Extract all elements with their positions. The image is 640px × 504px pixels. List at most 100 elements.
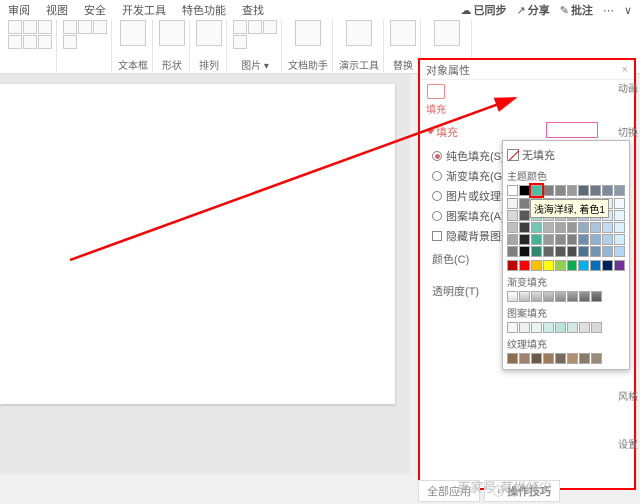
comment-button[interactable]: ✎ 批注: [560, 2, 593, 18]
more-icon[interactable]: ⋯: [603, 4, 614, 17]
color-swatch[interactable]: [519, 210, 530, 221]
color-swatch[interactable]: [507, 222, 518, 233]
color-swatch[interactable]: [579, 322, 590, 333]
color-swatch[interactable]: [602, 260, 613, 271]
color-swatch[interactable]: [543, 234, 554, 245]
color-swatch[interactable]: [579, 353, 590, 364]
pic-icon[interactable]: [263, 20, 277, 34]
color-dropdown[interactable]: [546, 122, 598, 138]
color-swatch[interactable]: [614, 260, 625, 271]
color-swatch[interactable]: [507, 246, 518, 257]
color-swatch[interactable]: [614, 222, 625, 233]
side-tab-settings[interactable]: 设置: [618, 436, 638, 451]
menu-item[interactable]: 视图: [46, 2, 68, 16]
color-swatch[interactable]: [567, 222, 578, 233]
color-swatch[interactable]: 浅海洋绿, 着色1: [531, 185, 542, 196]
pic-icon[interactable]: [233, 35, 247, 49]
color-swatch[interactable]: [519, 222, 530, 233]
color-swatch[interactable]: [578, 234, 589, 245]
list-icon[interactable]: [93, 20, 107, 34]
menu-item[interactable]: 查找: [242, 2, 264, 16]
ribbon-group-dochelper[interactable]: 文档助手: [284, 20, 333, 72]
color-swatch[interactable]: [543, 222, 554, 233]
list-icon[interactable]: [63, 35, 77, 49]
color-swatch[interactable]: [543, 246, 554, 257]
align-icon[interactable]: [8, 35, 22, 49]
side-tab-anim[interactable]: 动画: [618, 80, 638, 95]
side-tab-trans[interactable]: 切换: [618, 124, 638, 139]
color-swatch[interactable]: [567, 185, 578, 196]
menu-item[interactable]: 开发工具: [122, 2, 166, 16]
tab-fill[interactable]: 填充: [426, 84, 446, 116]
align-icon[interactable]: [23, 35, 37, 49]
color-swatch[interactable]: [519, 260, 530, 271]
slide[interactable]: [0, 84, 395, 404]
color-swatch[interactable]: [519, 234, 530, 245]
color-swatch[interactable]: [507, 185, 518, 196]
color-swatch[interactable]: [590, 246, 601, 257]
color-swatch[interactable]: [555, 322, 566, 333]
color-swatch[interactable]: [531, 322, 542, 333]
ribbon-group-arrange[interactable]: 排列: [192, 20, 227, 72]
color-swatch[interactable]: [614, 234, 625, 245]
color-swatch[interactable]: [602, 246, 613, 257]
color-swatch[interactable]: [555, 353, 566, 364]
color-swatch[interactable]: [507, 234, 518, 245]
color-swatch[interactable]: [543, 260, 554, 271]
nofill-option[interactable]: 无填充: [507, 145, 625, 165]
color-swatch[interactable]: [507, 260, 518, 271]
color-swatch[interactable]: [614, 198, 625, 209]
ribbon-group-textbox[interactable]: 文本框: [114, 20, 153, 72]
color-swatch[interactable]: [519, 198, 530, 209]
align-icon[interactable]: [38, 20, 52, 34]
color-swatch[interactable]: [590, 260, 601, 271]
color-swatch[interactable]: [543, 322, 554, 333]
menu-item[interactable]: 安全: [84, 2, 106, 16]
color-swatch[interactable]: [614, 185, 625, 196]
ribbon-group-present[interactable]: 演示工具: [335, 20, 384, 72]
pic-icon[interactable]: [233, 20, 247, 34]
color-swatch[interactable]: [555, 222, 566, 233]
color-swatch[interactable]: [602, 222, 613, 233]
color-swatch[interactable]: [555, 234, 566, 245]
color-swatch[interactable]: [507, 353, 518, 364]
color-swatch[interactable]: [531, 222, 542, 233]
dropdown-icon[interactable]: ∨: [624, 4, 632, 17]
color-swatch[interactable]: [578, 185, 589, 196]
align-icon[interactable]: [38, 35, 52, 49]
ribbon-group-shape[interactable]: 形状: [155, 20, 190, 72]
color-swatch[interactable]: [591, 322, 602, 333]
color-swatch[interactable]: [543, 353, 554, 364]
list-icon[interactable]: [63, 20, 77, 34]
color-swatch[interactable]: [543, 185, 554, 196]
pic-icon[interactable]: [248, 20, 262, 34]
color-swatch[interactable]: [591, 353, 602, 364]
menu-item[interactable]: 特色功能: [182, 2, 226, 16]
color-swatch[interactable]: [519, 353, 530, 364]
color-swatch[interactable]: [578, 246, 589, 257]
color-swatch[interactable]: [507, 198, 518, 209]
color-swatch[interactable]: [567, 234, 578, 245]
color-swatch[interactable]: [555, 260, 566, 271]
color-swatch[interactable]: [602, 185, 613, 196]
menu-item[interactable]: 审阅: [8, 2, 30, 16]
color-swatch[interactable]: [531, 246, 542, 257]
color-swatch[interactable]: [555, 185, 566, 196]
color-swatch[interactable]: [614, 210, 625, 221]
color-swatch[interactable]: [507, 322, 518, 333]
color-swatch[interactable]: [531, 260, 542, 271]
color-swatch[interactable]: [531, 353, 542, 364]
color-swatch[interactable]: [567, 322, 578, 333]
color-swatch[interactable]: [567, 260, 578, 271]
color-swatch[interactable]: [567, 353, 578, 364]
align-icon[interactable]: [23, 20, 37, 34]
ribbon-group-replace[interactable]: 替换: [386, 20, 421, 72]
color-swatch[interactable]: [590, 234, 601, 245]
color-swatch[interactable]: [567, 246, 578, 257]
color-swatch[interactable]: [519, 185, 530, 196]
color-swatch[interactable]: [614, 246, 625, 257]
color-swatch[interactable]: [555, 246, 566, 257]
color-swatch[interactable]: [519, 246, 530, 257]
color-swatch[interactable]: [602, 234, 613, 245]
color-swatch[interactable]: [531, 234, 542, 245]
